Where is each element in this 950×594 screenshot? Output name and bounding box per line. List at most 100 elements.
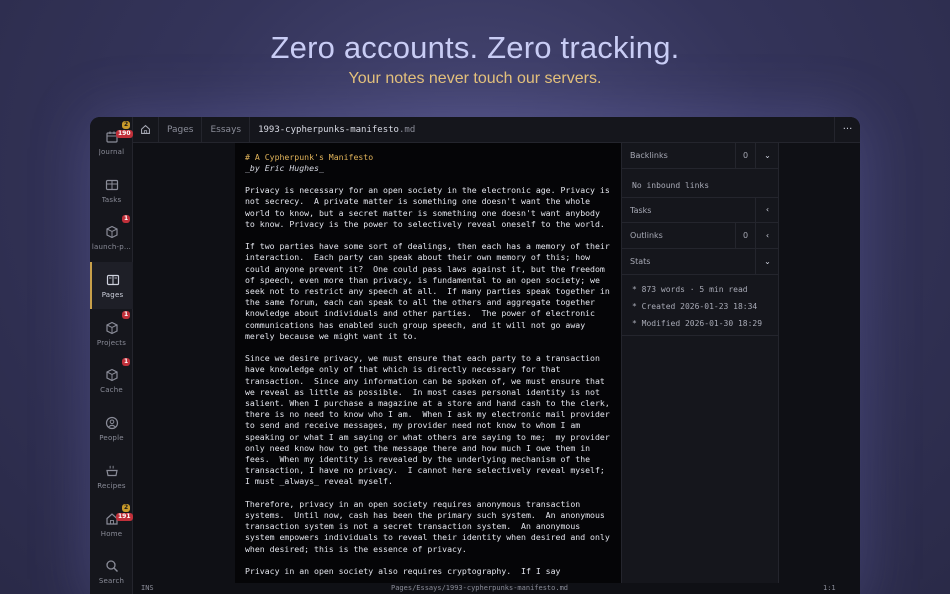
person-icon: [105, 416, 118, 429]
cursor-position: 1:1: [823, 584, 836, 592]
editor-line: the same forum, each can speak to all th…: [245, 297, 595, 308]
sidebar-item-search[interactable]: Search: [90, 548, 133, 594]
hero-title: Zero accounts. Zero tracking.: [270, 30, 680, 65]
editor-line: systems. Until now, cash has been the pr…: [245, 509, 605, 520]
badge-count: 190: [116, 130, 133, 138]
tasks-header[interactable]: Tasks ‹: [622, 197, 779, 223]
editor-line: # A Cypherpunk's Manifesto: [245, 151, 374, 162]
status-bar: INS Pages/Essays/1993-cypherpunks-manife…: [133, 583, 860, 594]
editor-line: I must _always_ reveal myself.: [245, 476, 393, 487]
editor-line: Since we desire privacy, we must ensure …: [245, 353, 600, 364]
sidebar-item-journal[interactable]: Journal 2 190: [90, 119, 133, 166]
cube-icon: [105, 225, 118, 238]
divider: [622, 335, 779, 336]
tasks-label: Tasks: [630, 205, 652, 215]
sidebar-item-cache[interactable]: Cache 1: [90, 357, 133, 404]
breadcrumb-file[interactable]: 1993-cypherpunks-manifesto .md: [250, 117, 423, 143]
board-icon: [105, 179, 118, 190]
stats-label: Stats: [630, 257, 651, 266]
editor-line: could anyone prevent it? One could pass …: [245, 263, 605, 274]
breadcrumb-essays[interactable]: Essays: [202, 117, 251, 143]
backlinks-empty: No inbound links: [632, 181, 710, 190]
editor-line: world to know, but a secret matter is so…: [245, 207, 600, 218]
badge-count: 2: [122, 504, 131, 512]
editor-line: Privacy is necessary for an open society…: [245, 185, 610, 196]
breadcrumb-pages[interactable]: Pages: [159, 117, 203, 143]
cube-icon: [105, 321, 118, 334]
editor-line: communications has enabled such group sp…: [245, 319, 586, 330]
cube-icon: [105, 368, 118, 381]
sidebar-item-label: Pages: [101, 290, 124, 299]
editor-line: fees. When my identity is revealed by th…: [245, 453, 591, 464]
editor[interactable]: 1# A Cypherpunk's Manifesto2_by Eric Hug…: [235, 143, 621, 594]
pot-icon: [105, 465, 118, 476]
editor-line: knowledge about individuals and other pa…: [245, 308, 595, 319]
sidebar-item-label: Tasks: [101, 195, 122, 204]
sidebar-item-pages[interactable]: Pages: [90, 262, 133, 309]
sidebar-item-label: Home: [100, 529, 123, 538]
sidebar-item-recipes[interactable]: Recipes: [90, 453, 133, 500]
stat-created: * Created 2026-01-23 18:34: [632, 302, 758, 311]
badge-count: 1: [122, 215, 131, 223]
status-path: Pages/Essays/1993-cypherpunks-manifesto.…: [391, 584, 569, 592]
app-window: Journal 2 190 Tasks launch-p… 1 Pages Pr…: [90, 117, 860, 594]
badge-count: 2: [122, 121, 131, 129]
hero-subtitle: Your notes never touch our servers.: [348, 70, 602, 87]
badge-count: 1: [122, 311, 131, 319]
home-button[interactable]: [133, 117, 159, 143]
editor-line: _by Eric Hughes_: [245, 162, 324, 173]
backlinks-header[interactable]: Backlinks 0 ⌄: [622, 142, 779, 169]
more-button[interactable]: ···: [834, 117, 860, 143]
editor-line: transaction. Since any information can b…: [245, 375, 605, 386]
editor-line: transaction system is not a secret trans…: [245, 521, 581, 532]
editor-line: of speech, even more than privacy, is fu…: [245, 274, 600, 285]
outlinks-count: 0: [735, 222, 755, 249]
right-gap: [778, 143, 860, 594]
chevron-down-icon[interactable]: ⌄: [755, 142, 779, 169]
badge-count: 1: [122, 358, 131, 366]
gutter: [133, 143, 235, 594]
chevron-down-icon[interactable]: ⌄: [755, 248, 779, 275]
sidebar-item-home[interactable]: Home 2 191: [90, 501, 133, 548]
outlinks-label: Outlinks: [630, 231, 663, 240]
editor-line: when desired; this is the essence of pri…: [245, 543, 467, 554]
editor-line: transaction, I have no privacy. I cannot…: [245, 465, 605, 476]
editor-line: we reveal as little as possible. In most…: [245, 386, 600, 397]
editor-line: If two parties have some sort of dealing…: [245, 241, 610, 252]
sidebar-item-label: launch-p…: [91, 242, 132, 251]
editor-line: there is no need to know who I am. When …: [245, 409, 610, 420]
editor-line: speaking or what I am saying or what oth…: [245, 431, 610, 442]
outlinks-header[interactable]: Outlinks 0 ‹: [622, 222, 779, 249]
editor-line: to send and receive messages, my provide…: [245, 420, 581, 431]
editor-mode: INS: [141, 584, 154, 592]
badge-count: 191: [116, 513, 133, 521]
right-panel: Backlinks 0 ⌄ No inbound links Tasks ‹ O…: [621, 142, 779, 594]
backlinks-count: 0: [735, 142, 755, 169]
stats-header[interactable]: Stats ⌄: [622, 248, 779, 275]
editor-line: salient. When I purchase a magazine at a…: [245, 397, 610, 408]
file-extension: .md: [398, 124, 416, 135]
chevron-left-icon[interactable]: ‹: [755, 222, 779, 249]
book-icon: [106, 274, 119, 285]
sidebar-item-label: Journal: [98, 147, 125, 156]
search-icon: [105, 559, 118, 572]
chevron-left-icon[interactable]: ‹: [755, 197, 779, 223]
sidebar-item-label: Search: [98, 576, 125, 585]
sidebar-item-projects[interactable]: Projects 1: [90, 310, 133, 357]
sidebar-item-label: Recipes: [97, 481, 126, 490]
editor-line: not secrecy. A private matter is somethi…: [245, 196, 591, 207]
house-icon: [141, 124, 150, 134]
sidebar-item-people[interactable]: People: [90, 405, 133, 452]
editor-line: system empowers individuals to reveal th…: [245, 532, 610, 543]
editor-line: Therefore, privacy in an open society re…: [245, 498, 581, 509]
file-name: 1993-cypherpunks-manifesto: [258, 124, 399, 135]
sidebar-item-label: Cache: [100, 385, 123, 394]
sidebar: Journal 2 190 Tasks launch-p… 1 Pages Pr…: [90, 117, 133, 594]
editor-line: seek not to restrict any speech at all. …: [245, 285, 610, 296]
sidebar-item-tasks[interactable]: Tasks: [90, 167, 133, 214]
editor-line: merely because we might want it to.: [245, 330, 418, 341]
sidebar-item-label: People: [99, 433, 124, 442]
sidebar-item-launch[interactable]: launch-p… 1: [90, 214, 133, 261]
editor-line: Privacy in an open society also requires…: [245, 565, 561, 576]
stat-modified: * Modified 2026-01-30 18:29: [632, 319, 763, 328]
